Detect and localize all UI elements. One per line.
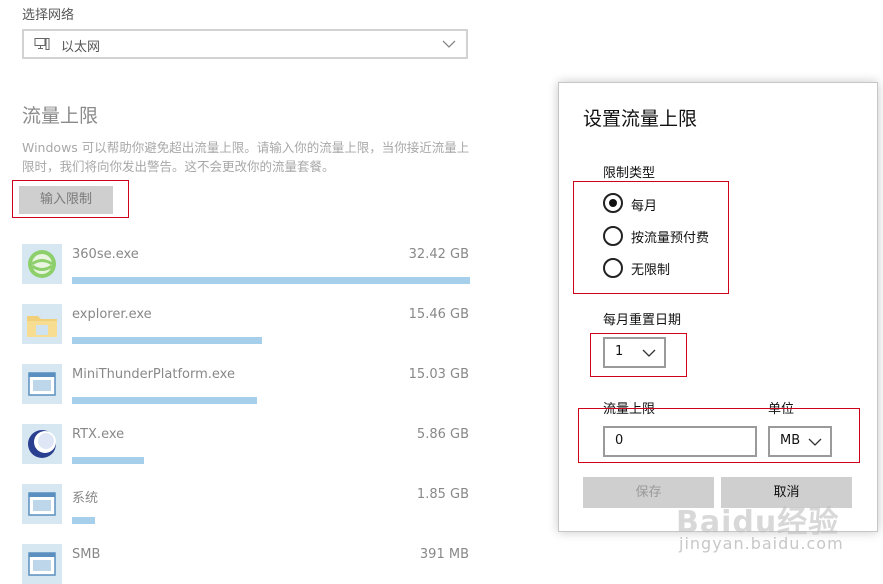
data-limit-description: Windows 可以帮助你避免超出流量上限。请输入你的流量上限，当你接近流量上限… <box>22 140 470 174</box>
network-select[interactable]: 以太网 <box>22 29 468 59</box>
radio-label-monthly: 每月 <box>631 199 658 214</box>
app-name: RTX.exe <box>72 427 125 442</box>
360se-icon <box>22 244 62 284</box>
unit-dropdown[interactable]: MB <box>768 426 832 457</box>
dialog-title: 设置流量上限 <box>583 108 698 130</box>
unit-value: MB <box>780 433 801 448</box>
usage-bar <box>72 277 470 284</box>
app-name: 系统 <box>72 491 99 506</box>
app-name: explorer.exe <box>72 307 152 322</box>
app-name: MiniThunderPlatform.exe <box>72 367 235 382</box>
usage-bar <box>72 397 257 404</box>
app-window-icon <box>22 484 62 524</box>
network-selected-value: 以太网 <box>61 40 101 55</box>
radio-prepaid[interactable] <box>603 226 623 246</box>
set-data-limit-dialog <box>558 82 878 532</box>
app-size: 1.85 GB <box>416 487 469 502</box>
chevron-down-icon <box>642 349 656 357</box>
usage-bar <box>72 457 144 464</box>
app-size: 15.46 GB <box>408 307 469 322</box>
pc-icon <box>34 38 50 50</box>
chevron-down-icon <box>442 40 456 48</box>
radio-monthly[interactable] <box>603 193 623 213</box>
folder-icon <box>22 304 62 344</box>
app-size: 391 MB <box>419 547 469 562</box>
app-size: 32.42 GB <box>408 247 469 262</box>
baidu-watermark-url: jingyan.baidu.com <box>679 534 844 553</box>
limit-input[interactable]: 0 <box>603 426 757 457</box>
chevron-down-icon <box>808 438 822 446</box>
app-name: SMB <box>72 547 101 562</box>
app-window-icon <box>22 364 62 404</box>
rtx-icon <box>22 424 62 464</box>
radio-label-prepaid: 按流量预付费 <box>631 231 710 246</box>
limit-input-value: 0 <box>615 433 624 448</box>
radio-label-unlimited: 无限制 <box>631 263 671 278</box>
limit-type-label: 限制类型 <box>603 166 656 181</box>
app-size: 15.03 GB <box>408 367 469 382</box>
reset-date-label: 每月重置日期 <box>603 313 682 328</box>
app-window-icon <box>22 544 62 584</box>
app-name: 360se.exe <box>72 247 139 262</box>
data-limit-title: 流量上限 <box>22 105 99 127</box>
network-label: 选择网络 <box>22 8 75 23</box>
app-size: 5.86 GB <box>416 427 469 442</box>
radio-unlimited[interactable] <box>603 258 623 278</box>
reset-date-dropdown[interactable]: 1 <box>603 337 666 368</box>
reset-date-value: 1 <box>615 344 624 359</box>
usage-bar <box>72 517 95 524</box>
usage-bar <box>72 337 262 344</box>
enter-limit-button[interactable]: 输入限制 <box>19 186 113 214</box>
